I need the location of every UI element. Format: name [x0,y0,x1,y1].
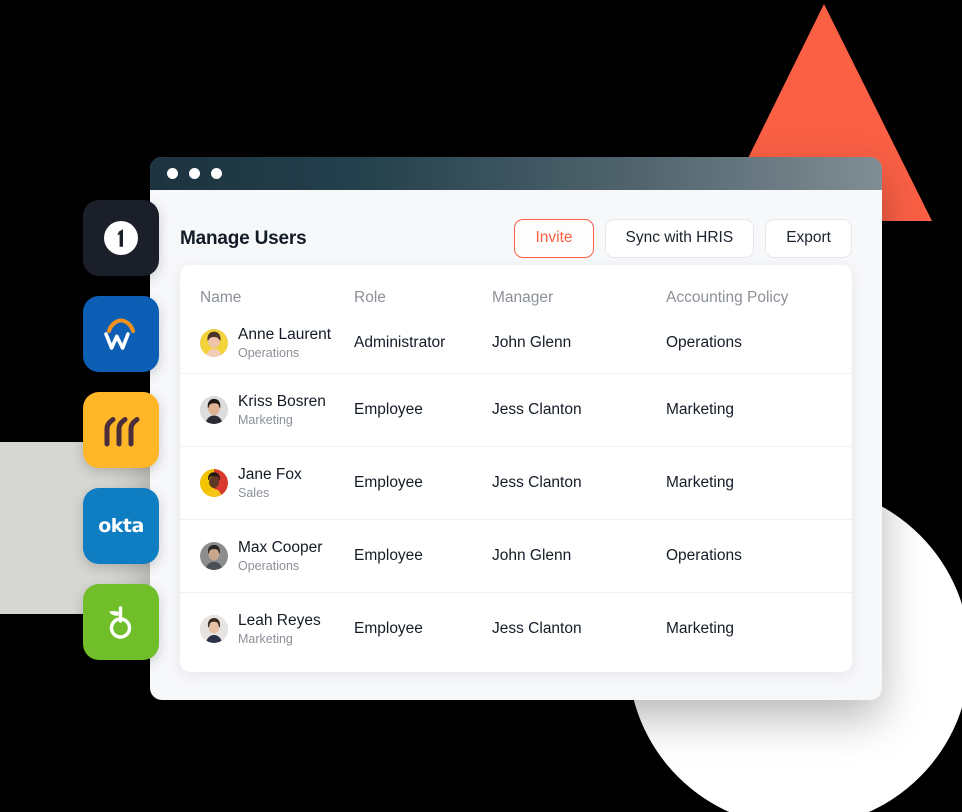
window-minimize-dot[interactable] [189,168,200,179]
okta-logo[interactable]: okta [83,488,159,564]
user-name-cell: Anne Laurent Operations [180,325,354,362]
sync-with-hris-button[interactable]: Sync with HRIS [604,219,755,258]
workday-icon [104,318,135,350]
user-department: Sales [238,486,270,501]
user-role: Employee [354,547,423,564]
window-titlebar [150,157,882,190]
header-actions: Invite Sync with HRIS Export [514,219,852,258]
column-header-manager: Manager [492,289,554,306]
user-role: Administrator [354,334,446,351]
table-header-row: Name Role Manager Accounting Policy [180,265,852,313]
user-policy: Marketing [666,474,735,491]
user-manager: John Glenn [492,334,572,351]
users-table-card: Name Role Manager Accounting Policy Anne… [180,265,852,672]
column-header-role: Role [354,289,386,306]
user-manager: John Glenn [492,547,572,564]
user-role: Employee [354,474,423,491]
table-row[interactable]: Anne Laurent Operations Administrator Jo… [180,313,852,373]
user-name-cell: Leah Reyes Marketing [180,611,354,648]
column-header-name: Name [200,289,242,306]
user-identity: Leah Reyes Marketing [238,611,321,648]
user-name: Max Cooper [238,538,323,556]
1password-icon [104,221,138,255]
window-close-dot[interactable] [167,168,178,179]
user-department: Marketing [238,413,293,428]
user-name-cell: Max Cooper Operations [180,538,354,575]
user-policy: Marketing [666,620,735,637]
bamboohr-logo[interactable] [83,584,159,660]
window-maximize-dot[interactable] [211,168,222,179]
1password-logo[interactable] [83,200,159,276]
user-manager: Jess Clanton [492,401,582,418]
invite-button[interactable]: Invite [514,219,594,258]
table-row[interactable]: Leah Reyes Marketing Employee Jess Clant… [180,592,852,665]
user-name-cell: Kriss Bosren Marketing [180,392,354,429]
table-row[interactable]: Kriss Bosren Marketing Employee Jess Cla… [180,373,852,446]
export-button[interactable]: Export [765,219,852,258]
user-identity: Jane Fox Sales [238,465,302,502]
rippling-icon [104,417,140,447]
user-department: Marketing [238,632,293,647]
okta-wordmark: okta [98,515,144,537]
avatar [200,396,228,424]
user-name: Anne Laurent [238,325,332,343]
user-policy: Operations [666,547,742,564]
user-role: Employee [354,620,423,637]
table-row[interactable]: Max Cooper Operations Employee John Glen… [180,519,852,592]
user-department: Operations [238,559,300,574]
user-manager: Jess Clanton [492,474,582,491]
avatar [200,542,228,570]
avatar [200,469,228,497]
user-department: Operations [238,346,300,361]
page-header: Manage Users Invite Sync with HRIS Expor… [150,190,882,265]
user-name: Leah Reyes [238,611,321,629]
user-identity: Kriss Bosren Marketing [238,392,326,429]
workday-logo[interactable] [83,296,159,372]
table-row[interactable]: Jane Fox Sales Employee Jess Clanton Mar… [180,446,852,519]
user-name: Jane Fox [238,465,302,483]
user-identity: Anne Laurent Operations [238,325,331,362]
screenshot-stage: Manage Users Invite Sync with HRIS Expor… [0,0,962,812]
app-window: Manage Users Invite Sync with HRIS Expor… [150,157,882,700]
user-manager: Jess Clanton [492,620,582,637]
rippling-logo[interactable] [83,392,159,468]
column-header-policy: Accounting Policy [666,289,789,306]
avatar [200,329,228,357]
user-policy: Marketing [666,401,735,418]
avatar [200,615,228,643]
bamboohr-icon [109,606,132,639]
user-identity: Max Cooper Operations [238,538,322,575]
user-role: Employee [354,401,423,418]
page-title: Manage Users [180,227,307,249]
user-name: Kriss Bosren [238,392,326,410]
user-policy: Operations [666,334,742,351]
user-name-cell: Jane Fox Sales [180,465,354,502]
integrations-rail: okta [83,200,159,680]
